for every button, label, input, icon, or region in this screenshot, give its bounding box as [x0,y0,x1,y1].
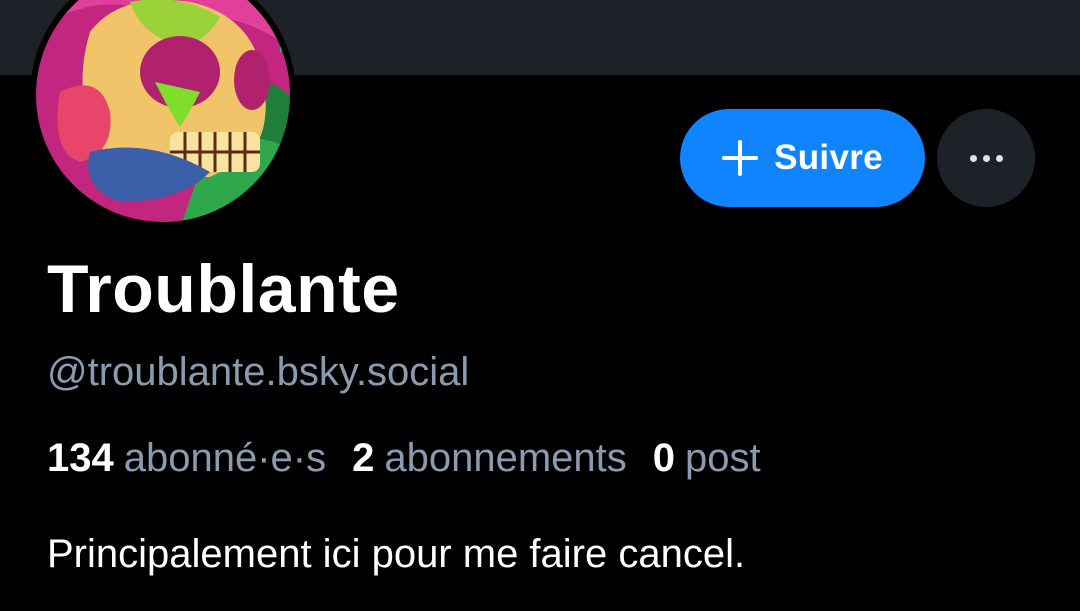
following-stat[interactable]: 2 abonnements [352,436,627,481]
followers-count: 134 [47,436,114,480]
followers-stat[interactable]: 134 abonné·e·s [47,436,326,481]
posts-count: 0 [652,436,676,480]
follow-button[interactable]: Suivre [680,109,925,207]
profile-handle: @troublante.bsky.social [47,350,470,394]
follow-button-label: Suivre [774,138,883,177]
posts-stat: 0 post [653,436,761,481]
more-options-button[interactable] [937,109,1035,207]
following-label: abonnements [384,436,627,480]
avatar[interactable] [30,0,296,228]
display-name: Troublante [47,251,400,327]
ellipsis-icon [982,154,990,162]
following-count: 2 [352,436,375,480]
ellipsis-icon [969,154,977,162]
followers-label: abonné·e·s [123,436,327,480]
avatar-skull-artwork [30,0,296,228]
ellipsis-icon [995,154,1003,162]
profile-stats: 134 abonné·e·s 2 abonnements 0 post [47,436,787,481]
plus-icon [722,140,759,176]
profile-bio: Principalement ici pour me faire cancel. [47,532,746,576]
posts-label: post [685,436,761,480]
profile-page: Suivre Troublante @troublante.bsky.socia… [0,0,1080,611]
